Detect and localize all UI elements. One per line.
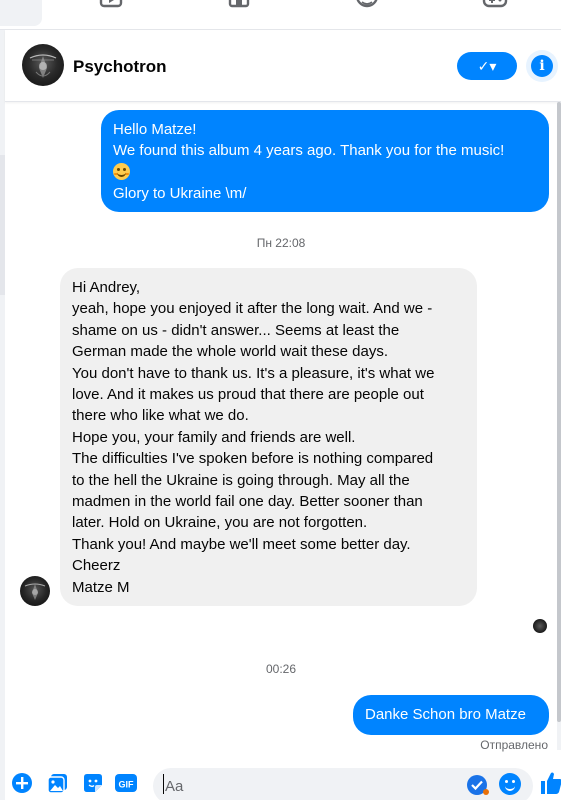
- marketplace-icon[interactable]: [226, 0, 252, 12]
- message-line: Cheerz: [72, 557, 121, 575]
- read-receipt-avatar: [533, 619, 547, 633]
- top-navigation-strip: [0, 0, 561, 30]
- message-line: The difficulties I've spoken before is n…: [72, 450, 434, 468]
- scrollbar-thumb[interactable]: [557, 102, 561, 722]
- message-line: We found this album 4 years ago. Thank y…: [113, 142, 505, 160]
- photo-icon[interactable]: [47, 772, 69, 794]
- emoji-icon[interactable]: [499, 773, 521, 795]
- message-line: madmen in the world fail one day. Better…: [72, 493, 423, 511]
- message-line: yeah, hope you enjoyed it after the long…: [72, 300, 433, 318]
- band-logo-image: [24, 583, 46, 600]
- blush-right: [125, 172, 129, 175]
- message-line: Hi Andrey,: [72, 279, 141, 296]
- message-line: Glory to Ukraine \m/: [113, 185, 247, 203]
- sent-status: Отправлено: [480, 738, 548, 752]
- outgoing-message-bubble[interactable]: Hello Matze! We found this album 4 years…: [101, 110, 549, 212]
- call-dropdown-button[interactable]: ✓▾: [457, 52, 517, 80]
- sticker-icon[interactable]: [82, 772, 104, 794]
- band-logo-image: [29, 54, 57, 78]
- contact-name[interactable]: Psychotron: [73, 57, 167, 77]
- gif-label: GIF: [119, 780, 135, 790]
- nav-tab-left[interactable]: [0, 0, 42, 26]
- message-line: [113, 162, 537, 183]
- thumbs-up-icon[interactable]: [539, 770, 561, 796]
- message-list: Hello Matze! We found this album 4 years…: [5, 102, 557, 752]
- message-line: German made the whole world wait these d…: [72, 343, 388, 361]
- outgoing-message-bubble[interactable]: Danke Schon bro Matze: [353, 695, 549, 735]
- message-line: there who like what we do.: [72, 407, 249, 425]
- message-line: Hope you, your family and friends are we…: [72, 428, 356, 446]
- grammar-alert-badge: [483, 789, 489, 795]
- message-composer: GIF: [5, 760, 561, 800]
- message-timestamp: 00:26: [265, 662, 297, 676]
- message-line: Danke Schon bro Matze: [365, 706, 526, 723]
- message-line: shame on us - didn't answer... Seems at …: [72, 321, 400, 339]
- message-line: You don't have to thank us. It's a pleas…: [72, 364, 435, 382]
- gaming-icon[interactable]: [482, 0, 508, 12]
- message-line: Thank you! And maybe we'll meet some bet…: [72, 535, 411, 553]
- text-caret: [163, 774, 164, 794]
- contact-avatar[interactable]: [22, 44, 64, 86]
- conversation-info-button[interactable]: i: [526, 50, 558, 82]
- message-timestamp: Пн 22:08: [256, 236, 306, 250]
- info-icon: i: [531, 55, 553, 77]
- message-line: love. And it makes us proud that there a…: [72, 386, 424, 404]
- blush-left: [114, 172, 118, 175]
- sender-avatar[interactable]: [20, 576, 50, 606]
- conversation-header: Psychotron ✓▾ i: [5, 30, 561, 102]
- groups-icon[interactable]: [354, 0, 380, 12]
- plus-icon[interactable]: [11, 772, 33, 794]
- message-scrollbar[interactable]: [557, 102, 561, 750]
- watch-icon[interactable]: [98, 0, 124, 12]
- gif-icon[interactable]: GIF: [115, 772, 137, 794]
- smiling-face-emoji-icon: [113, 162, 130, 180]
- incoming-message-bubble[interactable]: Hi Andrey, yeah, hope you enjoyed it aft…: [60, 268, 477, 606]
- message-line: Matze M: [72, 578, 130, 596]
- message-line: later. Hold on Ukraine, you are not forg…: [72, 514, 368, 532]
- message-line: to the hell the Ukraine is going through…: [72, 471, 410, 489]
- message-line: Hello Matze!: [113, 121, 197, 138]
